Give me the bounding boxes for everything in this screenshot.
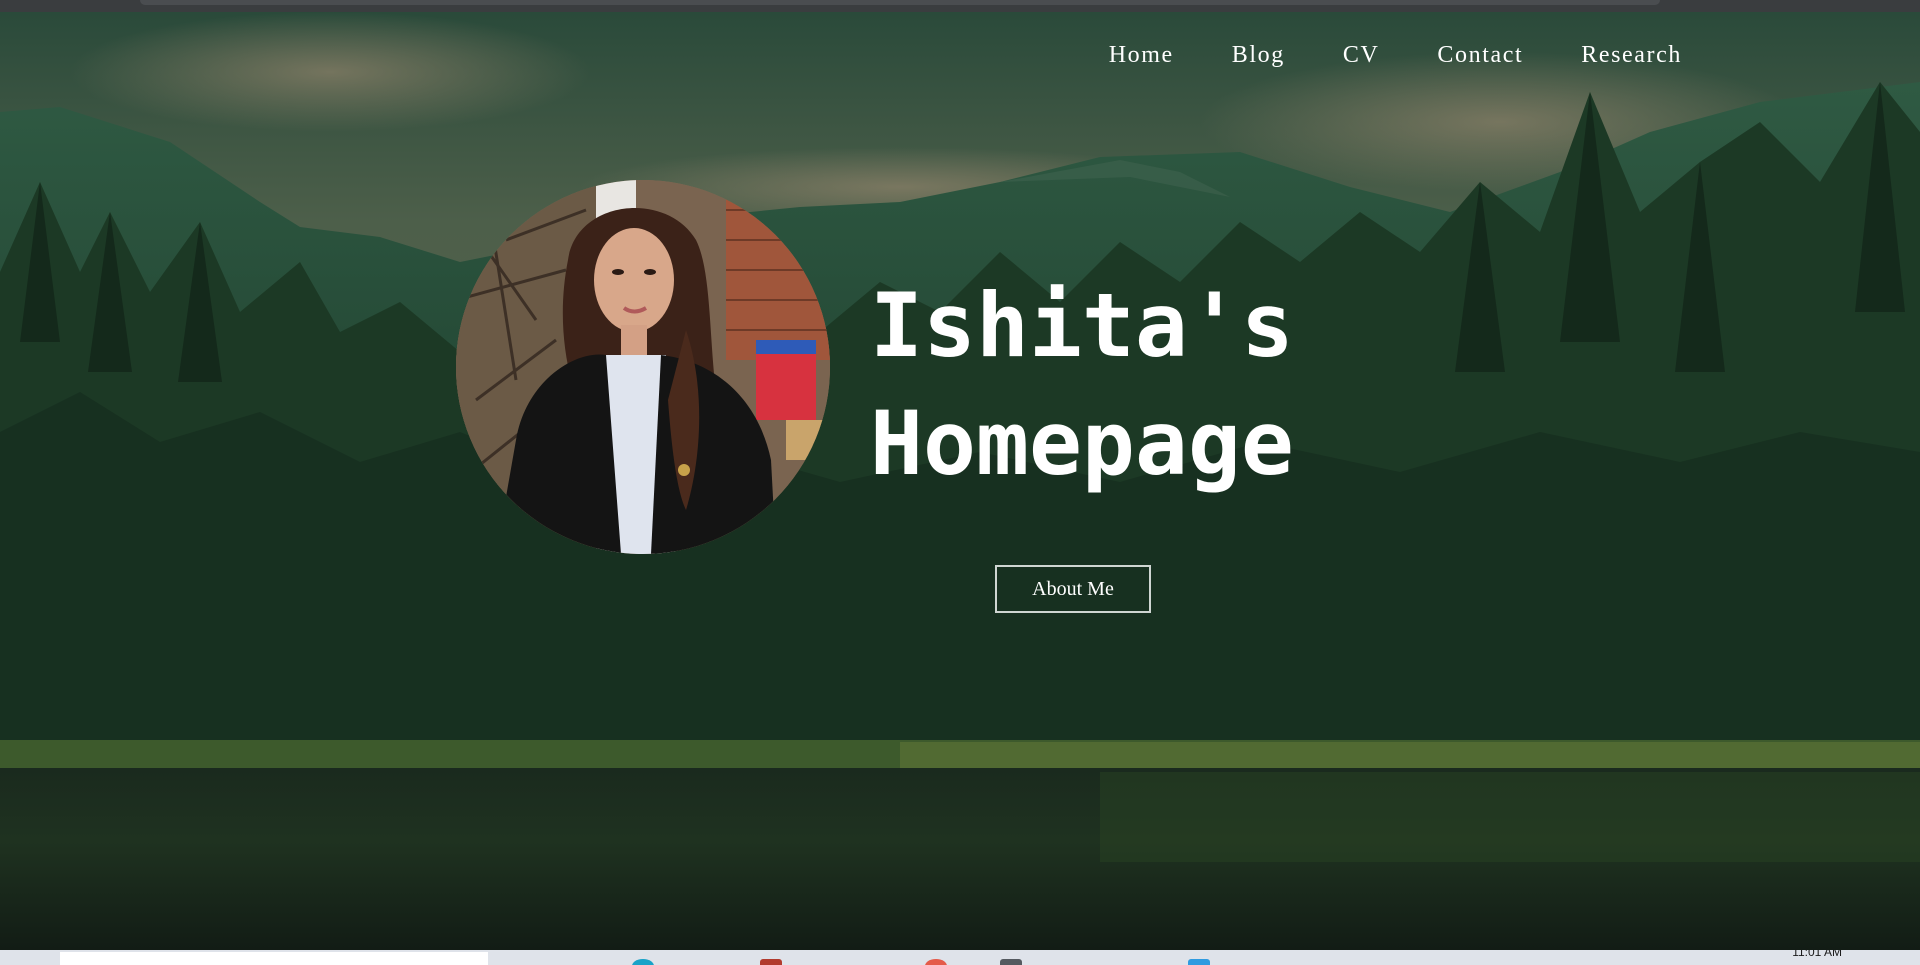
nav-blog-link[interactable]: Blog [1232,42,1285,69]
profile-portrait-image [456,180,830,554]
page-title-line1: Ishita's [870,274,1294,377]
nav-home-link[interactable]: Home [1109,42,1174,69]
taskbar-app-icon[interactable] [1000,959,1022,965]
main-nav: Home Blog CV Contact Research [1051,42,1682,69]
nav-research-link[interactable]: Research [1581,42,1682,69]
hero-section: Home Blog CV Contact Research Ishita's H… [0,12,1920,950]
page-title-line2: Homepage [870,392,1294,495]
browser-top-strip [0,0,1920,12]
page-title: Ishita's Homepage [870,267,1350,503]
taskbar-clock: 11:01 AM [1792,950,1842,959]
profile-avatar [456,180,830,554]
about-me-button[interactable]: About Me [995,565,1151,613]
taskbar-app-icon[interactable] [760,959,782,965]
taskbar-app-icon[interactable] [632,959,654,965]
nav-contact-link[interactable]: Contact [1437,42,1523,69]
nav-cv-link[interactable]: CV [1343,42,1380,69]
os-taskbar: 11:01 AM [0,950,1920,965]
taskbar-app-icon[interactable] [1188,959,1210,965]
taskbar-search-box[interactable] [60,952,488,965]
browser-tab-edge [140,0,1660,5]
taskbar-app-icon[interactable] [925,959,947,965]
